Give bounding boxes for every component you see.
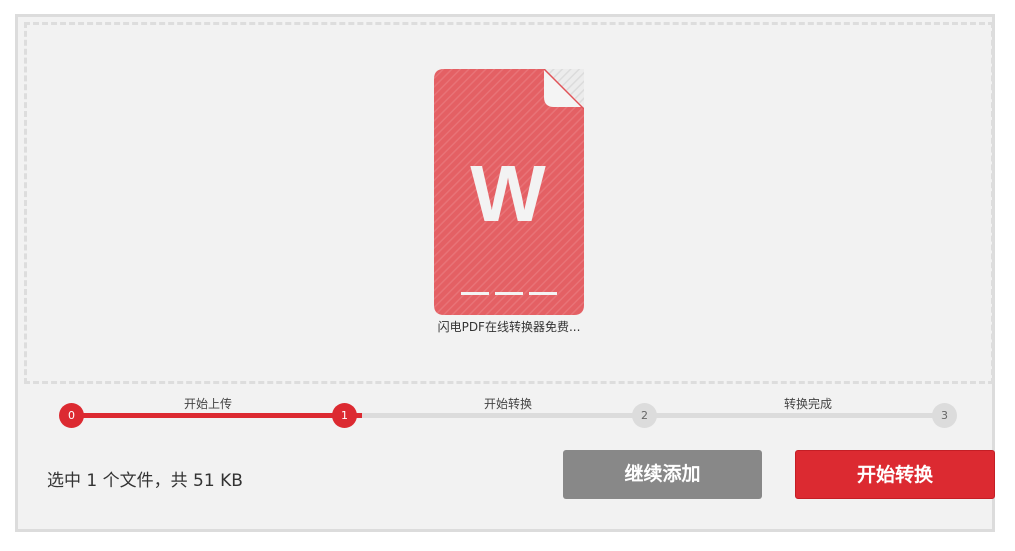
progress-track	[71, 413, 945, 418]
step-label-convert: 开始转换	[483, 397, 533, 411]
file-card[interactable]: W	[434, 69, 584, 315]
step-0-dot: 0	[59, 403, 84, 428]
add-more-button[interactable]: 继续添加	[563, 450, 762, 499]
progress-fill	[71, 413, 363, 418]
step-label-upload: 开始上传	[183, 397, 233, 411]
step-2-dot: 2	[632, 403, 657, 428]
selection-summary: 选中 1 个文件，共 51 KB	[47, 471, 243, 491]
start-conversion-button[interactable]: 开始转换	[795, 450, 995, 499]
step-label-complete: 转换完成	[783, 397, 833, 411]
file-name: 闪电PDF在线转换器免费...	[437, 320, 581, 334]
step-1-dot: 1	[332, 403, 357, 428]
step-3-dot: 3	[932, 403, 957, 428]
document-letter: W	[470, 149, 546, 238]
word-document-icon: W	[434, 69, 584, 315]
